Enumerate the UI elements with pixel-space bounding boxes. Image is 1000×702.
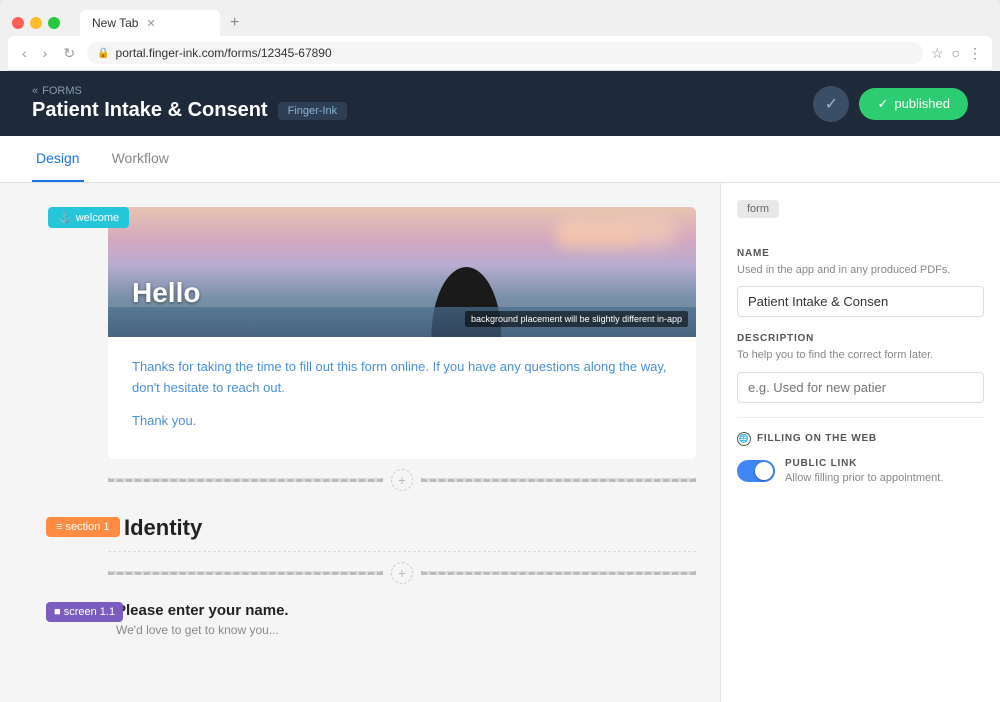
hero-text: Hello [132, 277, 200, 309]
section1-title: Identity [116, 515, 202, 540]
anchor-icon: ⚓ [58, 211, 72, 224]
welcome-tag[interactable]: ⚓ welcome [48, 207, 129, 228]
toolbar-actions: ☆ ○ ⋮ [931, 45, 982, 62]
add-line2-left [108, 571, 383, 575]
form-canvas: ⚓ welcome Hello [0, 183, 720, 702]
header-right: ✓ ✓ published [813, 86, 968, 122]
right-panel: form NAME Used in the app and in any pro… [720, 183, 1000, 702]
public-link-row: PUBLIC LINK Allow filling prior to appoi… [737, 458, 984, 486]
hero-image: Hello background placement will be sligh… [108, 207, 696, 337]
description-field-hint: To help you to find the correct form lat… [737, 348, 984, 363]
description-field-label: DESCRIPTION [737, 333, 984, 344]
screen1-tag-label: ■ screen 1.1 [54, 606, 115, 618]
section1-container: ≡ section 1 Identity [108, 501, 696, 552]
welcome-label: welcome [76, 212, 119, 224]
breadcrumb: « FORMS [32, 85, 347, 97]
welcome-body: Thanks for taking the time to fill out t… [108, 337, 696, 459]
check-icon: ✓ [825, 94, 838, 114]
tab-workflow[interactable]: Workflow [108, 136, 173, 182]
form-badge: Finger-Ink [278, 102, 348, 120]
form-tab-badge: form [737, 200, 779, 218]
name-field-label: NAME [737, 248, 984, 259]
published-button[interactable]: ✓ published [859, 88, 968, 120]
hero-notice: background placement will be slightly di… [465, 311, 688, 327]
form-title: Patient Intake & Consent [32, 99, 268, 122]
minimize-button[interactable] [30, 17, 42, 29]
section1-title-area: Identity [108, 501, 696, 551]
name-field-hint: Used in the app and in any produced PDFs… [737, 263, 984, 278]
app-window: « FORMS Patient Intake & Consent Finger-… [0, 71, 1000, 702]
browser-chrome: New Tab ✕ + ‹ › ↻ 🔒 portal.finger-ink.co… [0, 0, 1000, 71]
add-between-row[interactable]: + [108, 459, 696, 501]
published-label: published [894, 96, 950, 111]
public-link-toggle[interactable] [737, 460, 775, 482]
reload-button[interactable]: ↻ [59, 43, 79, 64]
header-left: « FORMS Patient Intake & Consent Finger-… [32, 85, 347, 122]
welcome-paragraph: Thanks for taking the time to fill out t… [132, 357, 672, 399]
screen1-tag[interactable]: ■ screen 1.1 [46, 602, 123, 622]
close-button[interactable] [12, 17, 24, 29]
toggle-knob [755, 462, 773, 480]
tab-title: New Tab [92, 16, 138, 30]
welcome-closing: Thank you. [132, 411, 672, 432]
add-line-left [108, 478, 383, 482]
check-button[interactable]: ✓ [813, 86, 849, 122]
section1-tag[interactable]: ≡ section 1 [46, 517, 120, 537]
filling-label: FILLING ON THE WEB [757, 433, 877, 444]
public-link-hint: Allow filling prior to appointment. [785, 471, 943, 486]
menu-icon[interactable]: ⋮ [968, 45, 982, 62]
add-section-button[interactable]: + [391, 469, 413, 491]
screen1-container: ■ screen 1.1 Please enter your name. We'… [108, 594, 696, 645]
main-content: ⚓ welcome Hello [0, 183, 1000, 702]
add-line2-right [421, 571, 696, 575]
breadcrumb-label[interactable]: FORMS [42, 85, 82, 97]
tab-design[interactable]: Design [32, 136, 84, 182]
published-check-icon: ✓ [877, 96, 888, 112]
screen1-subtext: We'd love to get to know you... [116, 623, 696, 637]
forward-button[interactable]: › [39, 43, 52, 63]
section1-tag-label: ≡ section 1 [56, 521, 110, 533]
add-screen-button[interactable]: + [391, 562, 413, 584]
lock-icon: 🔒 [97, 48, 109, 59]
section1-divider [108, 551, 696, 552]
breadcrumb-arrow: « [32, 85, 38, 97]
tabs-bar: Design Workflow [0, 136, 1000, 183]
header-title-group: « FORMS Patient Intake & Consent Finger-… [32, 85, 347, 122]
add-after-section-row[interactable]: + [108, 552, 696, 594]
browser-toolbar: ‹ › ↻ 🔒 portal.finger-ink.com/forms/1234… [8, 36, 992, 71]
profile-icon[interactable]: ○ [952, 45, 960, 61]
bookmark-icon[interactable]: ☆ [931, 45, 944, 62]
welcome-block: Hello background placement will be sligh… [108, 207, 696, 459]
url-text: portal.finger-ink.com/forms/12345-67890 [116, 46, 332, 60]
name-field-input[interactable] [737, 286, 984, 317]
fullscreen-button[interactable] [48, 17, 60, 29]
tab-close-icon[interactable]: ✕ [146, 17, 155, 30]
public-link-label: PUBLIC LINK [785, 458, 943, 469]
add-line-right [421, 478, 696, 482]
browser-titlebar: New Tab ✕ + [0, 0, 1000, 36]
globe-icon: 🌐 [737, 432, 751, 446]
app-header: « FORMS Patient Intake & Consent Finger-… [0, 71, 1000, 136]
panel-divider [737, 417, 984, 418]
filling-section-heading: 🌐 FILLING ON THE WEB [737, 432, 984, 446]
screen1-question: Please enter your name. [116, 602, 696, 619]
description-field-input[interactable] [737, 372, 984, 403]
screen1-content: Please enter your name. We'd love to get… [108, 594, 696, 645]
back-button[interactable]: ‹ [18, 43, 31, 63]
new-tab-button[interactable]: + [230, 14, 239, 32]
public-link-text: PUBLIC LINK Allow filling prior to appoi… [785, 458, 943, 486]
browser-tab[interactable]: New Tab ✕ [80, 10, 220, 36]
url-bar[interactable]: 🔒 portal.finger-ink.com/forms/12345-6789… [87, 42, 923, 64]
